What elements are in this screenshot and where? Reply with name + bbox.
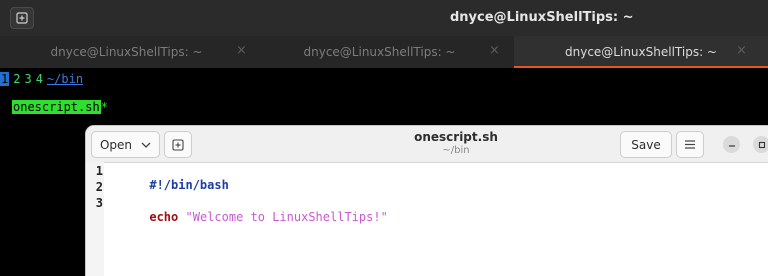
document-title: onescript.sh (414, 130, 498, 144)
tab-close-icon[interactable]: × (489, 44, 500, 57)
terminal-tab-bar: dnyce@LinuxShellTips: ~ × dnyce@LinuxShe… (0, 36, 768, 68)
editor-headerbar: Open onescript.sh ~/bin Save (86, 126, 768, 163)
workspace-3[interactable]: 3 (24, 72, 31, 86)
new-document-button[interactable] (164, 131, 192, 158)
tab-label: dnyce@LinuxShellTips: ~ (50, 45, 203, 59)
keyword-token: echo (149, 210, 179, 224)
line-number: 3 (95, 196, 103, 210)
file-modified-marker: * (100, 100, 108, 114)
tab-close-icon[interactable]: × (236, 44, 247, 57)
menu-button[interactable] (676, 131, 704, 158)
maximize-button[interactable] (753, 136, 768, 153)
save-button[interactable]: Save (620, 131, 672, 158)
current-path-link[interactable]: ~/bin (47, 72, 83, 86)
minimize-icon (728, 144, 735, 147)
workspace-2[interactable]: 2 (13, 72, 20, 86)
workspace-4[interactable]: 4 (36, 72, 43, 86)
terminal-tab-3[interactable]: dnyce@LinuxShellTips: ~ × (514, 36, 768, 68)
line-number: 2 (95, 180, 103, 194)
open-button[interactable]: Open (91, 131, 160, 158)
new-tab-button[interactable] (10, 7, 34, 29)
terminal-tab-1[interactable]: dnyce@LinuxShellTips: ~ × (0, 36, 253, 68)
tab-label: dnyce@LinuxShellTips: ~ (303, 45, 456, 59)
hamburger-menu-icon (685, 140, 695, 149)
minimize-button[interactable] (723, 136, 740, 153)
tab-label: dnyce@LinuxShellTips: ~ (565, 45, 717, 59)
open-button-label: Open (99, 137, 133, 152)
shebang-token: #!/bin/bash (149, 178, 229, 192)
new-document-icon (172, 138, 184, 151)
chevron-down-icon (141, 142, 151, 148)
file-name: onescript.sh (12, 100, 101, 114)
tab-close-icon[interactable]: × (736, 44, 747, 57)
code-line: echo "Welcome to LinuxShellTips!" (106, 196, 388, 238)
text-editor-window: Open onescript.sh ~/bin Save 1 2 3 #!/bi… (86, 126, 768, 276)
line-number-gutter: 1 2 3 (86, 162, 104, 276)
new-tab-icon (16, 12, 28, 24)
string-token: "Welcome to LinuxShellTips!" (185, 210, 388, 224)
file-entry[interactable]: onescript.sh* (12, 100, 108, 114)
maximize-icon (758, 141, 765, 148)
workspace-1[interactable]: 1 (0, 72, 10, 86)
line-number: 1 (95, 164, 103, 178)
workspace-statusbar: 1 2 3 4 ~/bin (0, 72, 83, 86)
terminal-tab-2[interactable]: dnyce@LinuxShellTips: ~ × (253, 36, 506, 68)
terminal-window-title: dnyce@LinuxShellTips: ~ (450, 10, 634, 25)
document-path: ~/bin (442, 145, 470, 156)
terminal-titlebar: dnyce@LinuxShellTips: ~ (0, 0, 768, 37)
